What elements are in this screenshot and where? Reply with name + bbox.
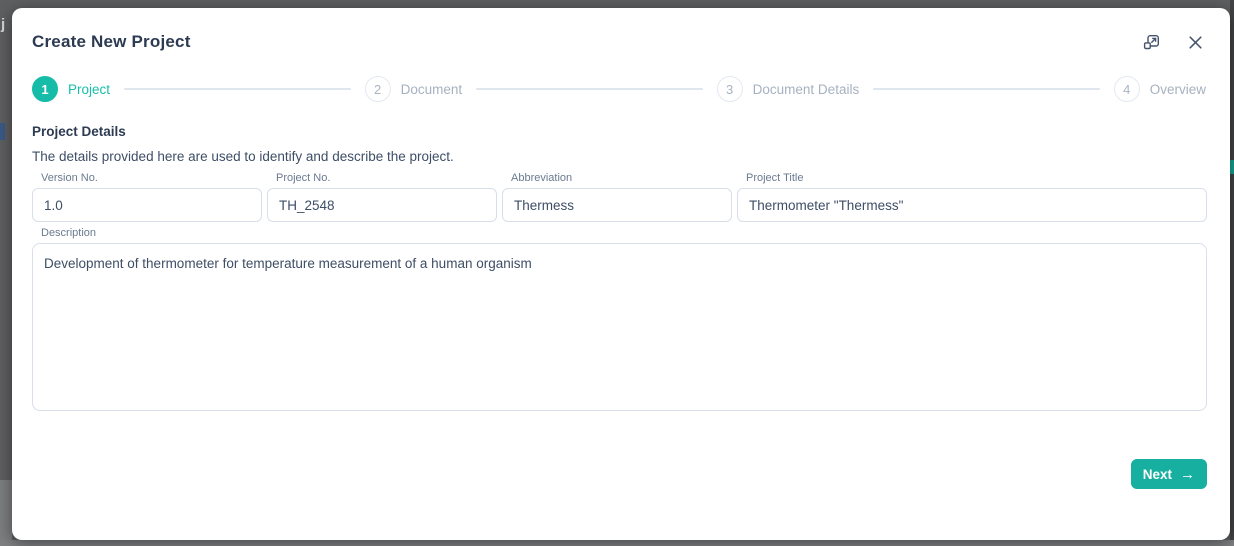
- stepper-connector: [124, 88, 351, 90]
- stepper-connector: [873, 88, 1100, 90]
- close-icon[interactable]: [1186, 33, 1204, 51]
- abbreviation-label: Abbreviation: [511, 172, 573, 184]
- dialog-header-icons: [1142, 33, 1204, 51]
- field-project-no: Project No.: [267, 172, 497, 222]
- step-3-label: Document Details: [752, 81, 860, 97]
- create-new-project-dialog: Create New Project 1 Project 2 Document …: [12, 8, 1230, 540]
- step-4-circle: 4: [1113, 76, 1140, 102]
- step-document-details[interactable]: 3 Document Details: [716, 76, 860, 102]
- step-document[interactable]: 2 Document: [364, 76, 463, 102]
- next-button[interactable]: Next →: [1130, 459, 1207, 489]
- step-3-circle: 3: [716, 76, 743, 102]
- field-description: Description Development of thermometer f…: [32, 227, 1207, 416]
- step-4-label: Overview: [1149, 81, 1207, 97]
- field-abbreviation: Abbreviation: [502, 172, 732, 222]
- description-textarea[interactable]: Development of thermometer for temperatu…: [32, 243, 1207, 411]
- background-bottom-strip: [0, 540, 1234, 546]
- background-clipped-text: j: [1, 16, 6, 33]
- background-right-strip: [1230, 0, 1234, 540]
- wizard-stepper: 1 Project 2 Document 3 Document Details …: [32, 76, 1206, 102]
- next-button-label: Next: [1142, 466, 1172, 482]
- step-overview[interactable]: 4 Overview: [1113, 76, 1207, 102]
- step-2-label: Document: [400, 81, 463, 97]
- step-1-circle: 1: [32, 76, 58, 102]
- section-subtitle: The details provided here are used to id…: [32, 149, 454, 164]
- version-no-label: Version No.: [41, 172, 98, 184]
- section-title: Project Details: [32, 124, 126, 139]
- arrow-right-icon: →: [1180, 465, 1195, 483]
- dialog-title: Create New Project: [32, 32, 191, 51]
- step-1-label: Project: [68, 81, 111, 97]
- dialog-footer: Next →: [1130, 459, 1207, 489]
- field-project-title: Project Title: [737, 172, 1207, 222]
- project-title-label: Project Title: [746, 172, 804, 184]
- background-blue-fragment: [0, 123, 5, 140]
- field-version-no: Version No.: [32, 172, 262, 222]
- project-title-input[interactable]: [737, 188, 1207, 222]
- fields-row: Version No. Project No. Abbreviation Pro…: [32, 172, 1207, 222]
- project-no-input[interactable]: [267, 188, 497, 222]
- stepper-connector: [476, 88, 703, 90]
- form-content: Project Details The details provided her…: [12, 124, 1230, 416]
- dialog-header: Create New Project: [12, 8, 1230, 52]
- description-label: Description: [41, 227, 97, 239]
- background-teal-fragment: [1230, 160, 1234, 174]
- abbreviation-input[interactable]: [502, 188, 732, 222]
- background-left-lower: [0, 480, 12, 546]
- project-no-label: Project No.: [276, 172, 331, 184]
- step-2-circle: 2: [364, 76, 391, 102]
- step-project[interactable]: 1 Project: [32, 76, 110, 102]
- version-no-input[interactable]: [32, 188, 262, 222]
- expand-icon[interactable]: [1142, 33, 1160, 51]
